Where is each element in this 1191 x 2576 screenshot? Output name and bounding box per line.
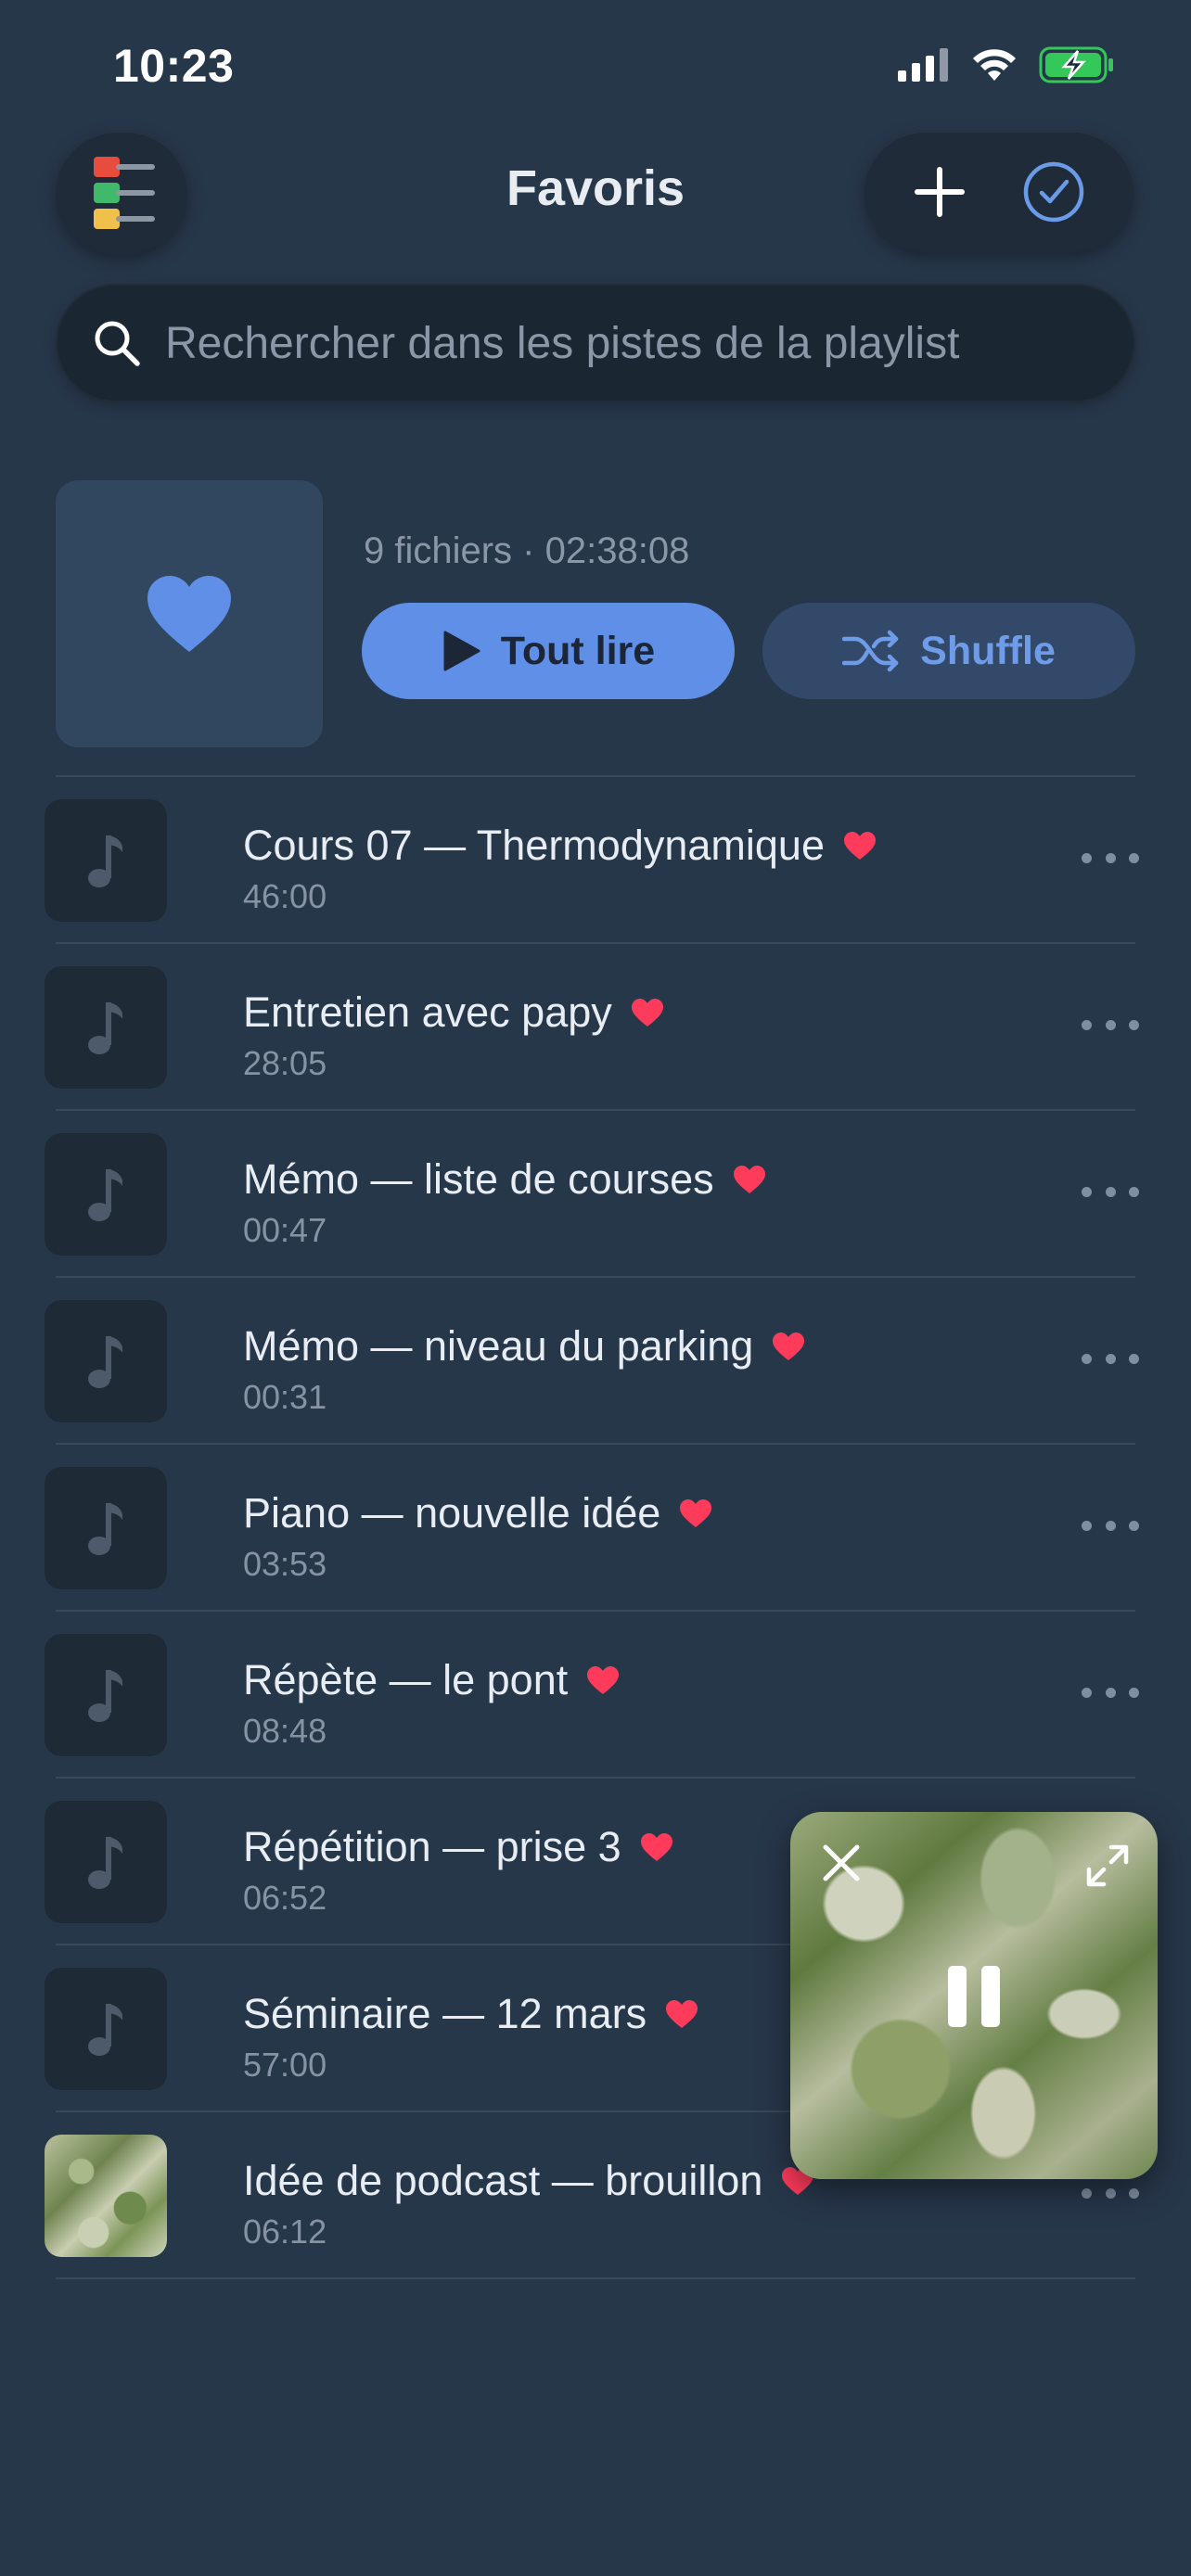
track-duration: 00:31 bbox=[243, 1378, 327, 1416]
track-duration: 03:53 bbox=[243, 1545, 327, 1583]
music-note-icon bbox=[88, 1169, 122, 1221]
search-icon bbox=[95, 321, 140, 366]
header-actions bbox=[864, 132, 1133, 252]
favorite-heart-icon bbox=[680, 1499, 712, 1527]
pause-icon[interactable] bbox=[948, 1966, 1000, 2027]
status-time: 10:23 bbox=[113, 40, 235, 92]
favorite-heart-icon bbox=[631, 999, 663, 1027]
track-artwork bbox=[45, 799, 167, 922]
battery-charging-icon bbox=[1039, 46, 1113, 83]
track-duration: 06:12 bbox=[243, 2213, 327, 2251]
track-title-row: Répète — le pont bbox=[243, 1656, 620, 1704]
track-duration: 46:00 bbox=[243, 877, 327, 915]
more-options-icon[interactable] bbox=[1082, 1521, 1139, 1534]
track-row[interactable]: Cours 07 — Thermodynamique 46:00 bbox=[0, 777, 1191, 944]
favorite-heart-icon bbox=[773, 1333, 805, 1360]
favorite-heart-icon bbox=[666, 2000, 698, 2028]
track-artwork bbox=[45, 1467, 167, 1589]
favorite-heart-icon bbox=[640, 1833, 672, 1861]
track-title: Cours 07 — Thermodynamique bbox=[243, 822, 825, 869]
play-all-label: Tout lire bbox=[500, 628, 656, 673]
track-row[interactable]: Entretien avec papy 28:05 bbox=[0, 944, 1191, 1111]
track-artwork bbox=[45, 2135, 167, 2257]
track-title: Répète — le pont bbox=[243, 1656, 569, 1703]
more-options-icon[interactable] bbox=[1082, 1354, 1139, 1367]
music-note-icon bbox=[88, 835, 122, 887]
track-artwork bbox=[45, 1634, 167, 1756]
plus-icon[interactable] bbox=[912, 164, 967, 220]
more-options-icon[interactable] bbox=[1082, 1688, 1139, 1701]
track-title-row: Piano — nouvelle idée bbox=[243, 1489, 712, 1537]
track-duration: 57:00 bbox=[243, 2046, 327, 2084]
status-icons bbox=[898, 46, 1115, 83]
search-input[interactable]: Rechercher dans les pistes de la playlis… bbox=[56, 284, 1135, 402]
track-title: Séminaire — 12 mars bbox=[243, 1990, 647, 2037]
track-duration: 06:52 bbox=[243, 1879, 327, 1917]
check-circle-icon[interactable] bbox=[1021, 159, 1086, 224]
track-artwork bbox=[45, 1133, 167, 1256]
wifi-icon bbox=[973, 49, 1016, 81]
music-note-icon bbox=[88, 1837, 122, 1889]
shuffle-icon bbox=[842, 630, 899, 672]
more-options-icon[interactable] bbox=[1082, 853, 1139, 866]
track-title-row: Mémo — niveau du parking bbox=[243, 1322, 805, 1371]
divider bbox=[56, 2277, 1135, 2279]
track-title-row: Séminaire — 12 mars bbox=[243, 1990, 698, 2038]
track-artwork bbox=[45, 1300, 167, 1422]
music-note-icon bbox=[88, 2004, 122, 2056]
track-title: Idée de podcast — brouillon bbox=[243, 2157, 763, 2204]
track-artwork bbox=[45, 1968, 167, 2090]
close-icon[interactable] bbox=[822, 1843, 861, 1882]
track-title: Piano — nouvelle idée bbox=[243, 1489, 661, 1537]
track-row[interactable]: Répète — le pont 08:48 bbox=[0, 1612, 1191, 1779]
play-all-button[interactable]: Tout lire bbox=[362, 603, 735, 699]
more-options-icon[interactable] bbox=[1082, 1020, 1139, 1033]
favorite-heart-icon bbox=[733, 1166, 765, 1193]
track-title-row: Entretien avec papy bbox=[243, 988, 664, 1037]
track-title-row: Idée de podcast — brouillon bbox=[243, 2157, 814, 2205]
track-row[interactable]: Piano — nouvelle idée 03:53 bbox=[0, 1445, 1191, 1612]
track-title-row: Cours 07 — Thermodynamique bbox=[243, 822, 877, 870]
more-options-icon[interactable] bbox=[1082, 1187, 1139, 1200]
track-title: Mémo — liste de courses bbox=[243, 1155, 714, 1203]
music-note-icon bbox=[88, 1670, 122, 1722]
playlist-meta: 9 fichiers · 02:38:08 bbox=[364, 530, 690, 571]
music-note-icon bbox=[88, 1503, 122, 1555]
more-options-icon[interactable] bbox=[1082, 2188, 1139, 2201]
music-note-icon bbox=[88, 1336, 122, 1388]
track-artwork bbox=[45, 1801, 167, 1923]
track-duration: 08:48 bbox=[243, 1712, 327, 1750]
expand-icon[interactable] bbox=[1085, 1843, 1130, 1888]
playlist-cover bbox=[56, 480, 323, 747]
music-note-icon bbox=[88, 1002, 122, 1054]
track-row[interactable]: Mémo — niveau du parking 00:31 bbox=[0, 1278, 1191, 1445]
play-icon bbox=[443, 631, 480, 671]
heart-icon bbox=[147, 576, 231, 652]
track-artwork bbox=[45, 966, 167, 1089]
track-title: Mémo — niveau du parking bbox=[243, 1322, 754, 1370]
track-title-row: Mémo — liste de courses bbox=[243, 1155, 766, 1204]
track-title: Entretien avec papy bbox=[243, 988, 612, 1036]
favorite-heart-icon bbox=[587, 1666, 620, 1694]
track-duration: 00:47 bbox=[243, 1211, 327, 1249]
shuffle-button[interactable]: Shuffle bbox=[762, 603, 1135, 699]
track-title-row: Répétition — prise 3 bbox=[243, 1823, 673, 1871]
favorite-heart-icon bbox=[843, 832, 876, 860]
signal-icon bbox=[898, 48, 948, 82]
mini-player[interactable] bbox=[790, 1812, 1158, 2179]
search-placeholder: Rechercher dans les pistes de la playlis… bbox=[165, 318, 960, 368]
track-duration: 28:05 bbox=[243, 1044, 327, 1082]
track-row[interactable]: Mémo — liste de courses 00:47 bbox=[0, 1111, 1191, 1278]
shuffle-label: Shuffle bbox=[920, 628, 1056, 673]
track-title: Répétition — prise 3 bbox=[243, 1823, 621, 1870]
